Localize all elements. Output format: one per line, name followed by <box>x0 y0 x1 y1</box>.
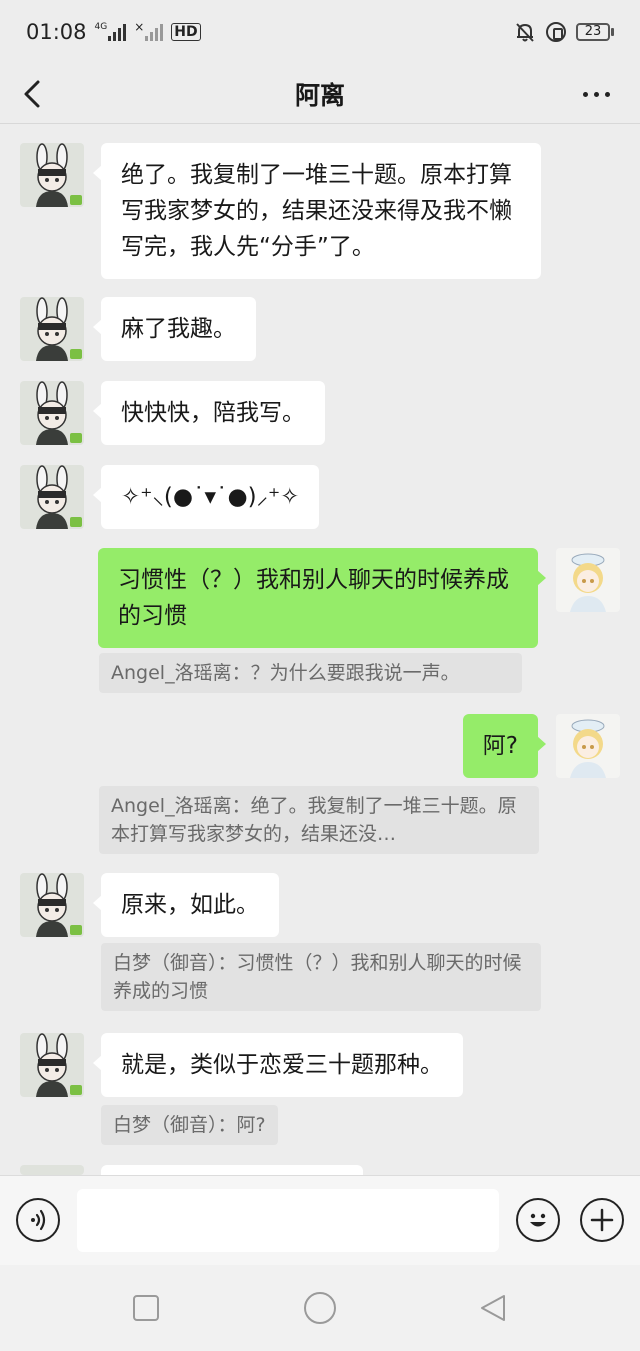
battery-icon: 23 <box>576 23 614 41</box>
signal-4g-icon: 4G <box>95 23 127 41</box>
message-bubble-incoming[interactable]: ✧⁺⸜(●˙▾˙●)⸝⁺✧ <box>92 465 320 529</box>
message-bubble-incoming[interactable]: 就是，类似于恋爱三十题那种。 <box>93 1033 463 1097</box>
avatar-contact[interactable] <box>20 297 84 361</box>
avatar-self[interactable] <box>556 714 620 778</box>
message-bubble-outgoing[interactable]: 阿? <box>462 714 547 778</box>
status-left: 01:08 4G × HD <box>26 20 201 44</box>
status-bar: 01:08 4G × HD 23 <box>0 0 640 64</box>
avatar-contact[interactable] <box>20 381 84 445</box>
emoji-button[interactable] <box>516 1198 560 1242</box>
chevron-left-icon <box>24 80 40 108</box>
bunny-avatar-icon <box>20 465 84 529</box>
message-bubble-incoming[interactable]: 麻了我趣。 <box>93 297 256 361</box>
status-right: 23 <box>514 21 614 43</box>
bunny-avatar-icon <box>20 143 84 207</box>
smiley-icon <box>530 1213 546 1227</box>
message-bubble-incoming[interactable]: 快快快，陪我写。 <box>93 381 325 445</box>
avatar-contact[interactable] <box>20 873 84 937</box>
recent-apps-button[interactable] <box>131 1293 161 1323</box>
bunny-avatar-icon <box>20 1033 84 1097</box>
hd-voice-icon: HD <box>171 23 201 41</box>
status-time: 01:08 <box>26 20 87 44</box>
plus-icon <box>590 1208 614 1232</box>
anime-girl-avatar-icon <box>556 548 620 612</box>
triangle-back-icon <box>481 1295 505 1321</box>
message-bubble-outgoing[interactable]: 习惯性（？）我和别人聊天的时候养成的习惯 <box>98 548 546 648</box>
avatar-contact[interactable] <box>20 1033 84 1097</box>
voice-icon <box>31 1209 46 1231</box>
chat-header: 阿离 <box>0 64 640 124</box>
more-functions-button[interactable] <box>580 1198 624 1242</box>
circle-icon <box>304 1292 336 1324</box>
avatar-contact[interactable] <box>20 1165 84 1175</box>
message-bubble-incoming[interactable] <box>101 1165 363 1175</box>
quote-reply[interactable]: Angel_洛瑶离：绝了。我复制了一堆三十题。原本打算写我家梦女的，结果还没… <box>99 786 539 854</box>
message-input[interactable] <box>77 1189 499 1252</box>
more-dots-icon <box>582 91 588 97</box>
anime-girl-avatar-icon <box>556 714 620 778</box>
avatar-contact[interactable] <box>20 143 84 207</box>
signal-no-sim-icon: × <box>134 21 164 41</box>
bunny-avatar-icon <box>20 381 84 445</box>
quote-reply[interactable]: 白梦（御音）：习惯性（？）我和别人聊天的时候养成的习惯 <box>101 943 541 1011</box>
bunny-avatar-icon <box>20 297 84 361</box>
voice-button[interactable] <box>16 1198 60 1242</box>
quote-reply[interactable]: 白梦（御音）：阿? <box>101 1105 278 1145</box>
system-navigation-bar <box>0 1265 640 1351</box>
avatar-self[interactable] <box>556 548 620 612</box>
bell-off-icon <box>516 23 534 42</box>
avatar-contact[interactable] <box>20 465 84 529</box>
chat-area[interactable]: 绝了。我复制了一堆三十题。原本打算写我家梦女的，结果还没来得及我不懒写完，我人先… <box>0 125 640 1175</box>
home-button[interactable] <box>303 1291 337 1325</box>
lock-rotation-icon <box>546 22 566 42</box>
back-system-button[interactable] <box>478 1293 508 1323</box>
message-composer <box>0 1175 640 1265</box>
back-button[interactable] <box>20 72 60 116</box>
square-icon <box>133 1295 159 1321</box>
message-bubble-incoming[interactable]: 绝了。我复制了一堆三十题。原本打算写我家梦女的，结果还没来得及我不懒写完，我人先… <box>93 143 541 279</box>
message-bubble-incoming[interactable]: 原来，如此。 <box>93 873 279 937</box>
more-button[interactable] <box>574 76 618 112</box>
battery-level: 23 <box>576 23 610 41</box>
bunny-avatar-icon <box>20 873 84 937</box>
chat-title: 阿离 <box>294 80 345 110</box>
quote-reply[interactable]: Angel_洛瑶离：？为什么要跟我说一声。 <box>99 653 522 693</box>
